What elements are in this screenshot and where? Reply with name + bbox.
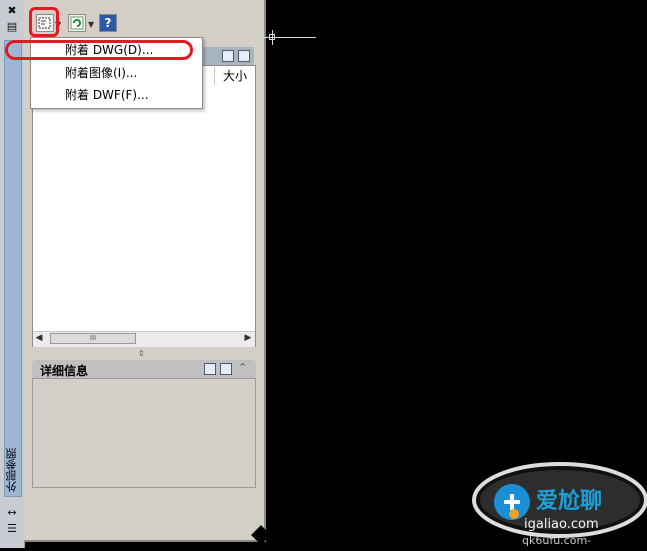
help-button[interactable]: ? <box>99 14 117 32</box>
refresh-icon <box>70 16 84 30</box>
svg-text:igaliao.com: igaliao.com <box>524 517 599 532</box>
refresh-button[interactable] <box>68 14 86 32</box>
column-header-size[interactable]: 大小 <box>214 67 255 85</box>
refresh-dropdown-arrow-icon[interactable]: ▼ <box>88 20 94 29</box>
help-icon: ? <box>104 16 112 30</box>
menu-item-attach-dwf[interactable]: 附着 DWF(F)... <box>65 86 149 104</box>
svg-text:爱尬聊: 爱尬聊 <box>536 488 602 514</box>
close-icon[interactable]: ✖ <box>5 4 19 18</box>
scroll-left-icon[interactable]: ◀ <box>33 333 45 343</box>
details-body <box>32 378 256 488</box>
details-view-icon[interactable] <box>204 363 216 375</box>
details-title: 详细信息 <box>40 364 89 378</box>
scroll-thumb[interactable]: III <box>50 333 136 344</box>
tree-view-icon[interactable] <box>238 50 250 62</box>
list-view-icon[interactable] <box>222 50 234 62</box>
palette-title: 外部参照 <box>5 448 18 492</box>
attach-button-highlight <box>29 7 59 37</box>
palette-menu-icon[interactable]: ☰ <box>5 522 19 536</box>
attach-dwg-highlight <box>5 40 193 60</box>
menu-item-attach-image[interactable]: 附着图像(I)... <box>65 64 137 82</box>
svg-text:qk6ufu.com-: qk6ufu.com- <box>522 534 591 547</box>
crosshair-pickbox <box>269 34 275 40</box>
pane-splitter[interactable]: ⇕ <box>138 349 145 358</box>
preview-view-icon[interactable] <box>220 363 232 375</box>
autohide-icon[interactable]: ↔ <box>5 506 19 520</box>
collapse-chevron-icon[interactable]: ⌃ <box>238 361 247 374</box>
palette-title-bar[interactable] <box>4 40 22 497</box>
scroll-right-icon[interactable]: ▶ <box>242 333 254 343</box>
properties-icon[interactable]: ▤ <box>5 20 19 34</box>
watermark-logo: 爱尬聊 igaliao.com qk6ufu.com- <box>462 458 647 548</box>
